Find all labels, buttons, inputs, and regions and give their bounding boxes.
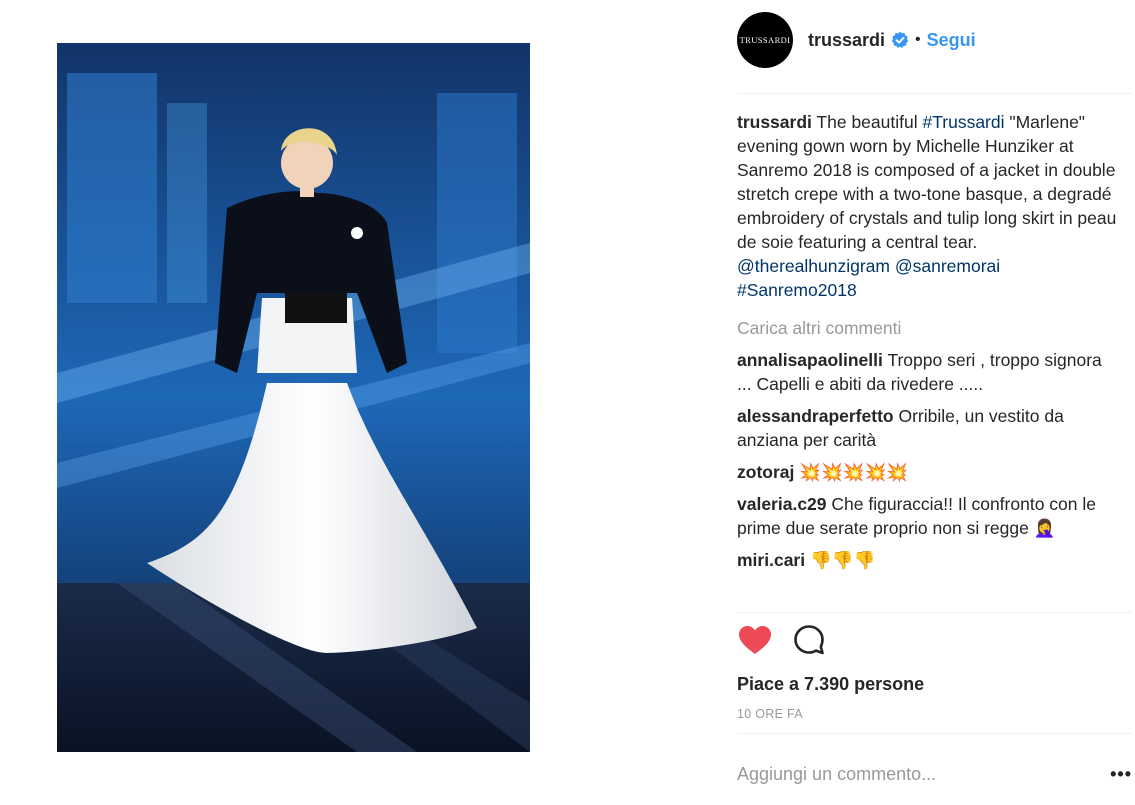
comment-username[interactable]: zotoraj	[737, 462, 794, 482]
verified-badge-icon	[891, 31, 909, 49]
follow-button[interactable]: Segui	[927, 30, 976, 51]
comment-username[interactable]: alessandraperfetto	[737, 406, 894, 426]
comment-input[interactable]	[737, 763, 1077, 785]
hashtag-link[interactable]: #Sanremo2018	[737, 280, 857, 300]
mention-link[interactable]: @therealhunzigram	[737, 256, 890, 276]
caption-text: "Marlene" evening gown worn by Michelle …	[737, 112, 1117, 252]
comment-icon	[794, 625, 824, 655]
comment-username[interactable]: miri.cari	[737, 550, 805, 570]
author-username[interactable]: trussardi	[808, 30, 885, 51]
comment: zotoraj 💥💥💥💥💥	[737, 460, 1117, 484]
add-comment-bar: •••	[737, 760, 1132, 788]
post-timestamp[interactable]: 10 ORE FA	[737, 707, 803, 721]
comment: valeria.c29 Che figuraccia!! Il confront…	[737, 492, 1117, 540]
caption-username[interactable]: trussardi	[737, 112, 812, 132]
header-separator: •	[915, 31, 921, 48]
load-more-comments-button[interactable]: Carica altri commenti	[737, 316, 1117, 340]
post-sidebar: TRUSSARDI trussardi • Segui trussardi Th…	[737, 0, 1135, 805]
header-divider	[737, 93, 1132, 94]
comment-username[interactable]: valeria.c29	[737, 494, 827, 514]
comments-divider	[737, 612, 1132, 613]
caption-text: The beautiful	[811, 112, 923, 132]
post-photo[interactable]	[57, 43, 530, 752]
comment: miri.cari 👎👎👎	[737, 548, 1117, 572]
more-options-button[interactable]: •••	[1110, 764, 1132, 785]
post-caption: trussardi The beautiful #Trussardi "Marl…	[737, 110, 1117, 302]
hashtag-link[interactable]: #Trussardi	[922, 112, 1004, 132]
comments-section: trussardi The beautiful #Trussardi "Marl…	[737, 110, 1117, 580]
post-photo-illustration	[57, 43, 530, 752]
post-header: TRUSSARDI trussardi • Segui	[737, 12, 1132, 68]
comment-button[interactable]	[791, 622, 827, 658]
post-media	[0, 0, 720, 805]
comment: alessandraperfetto Orribile, un vestito …	[737, 404, 1117, 452]
comment: annalisapaolinelli Troppo seri , troppo …	[737, 348, 1117, 396]
footer-divider	[737, 733, 1132, 734]
mention-link[interactable]: @sanremorai	[895, 256, 1000, 276]
comment-text: 👎👎👎	[809, 550, 876, 570]
comment-text: 💥💥💥💥💥	[799, 462, 909, 482]
post-actions	[737, 622, 827, 658]
comment-username[interactable]: annalisapaolinelli	[737, 350, 883, 370]
likes-count[interactable]: Piace a 7.390 persone	[737, 674, 924, 695]
avatar[interactable]: TRUSSARDI	[737, 12, 793, 68]
heart-icon	[739, 626, 771, 654]
like-button[interactable]	[737, 622, 773, 658]
